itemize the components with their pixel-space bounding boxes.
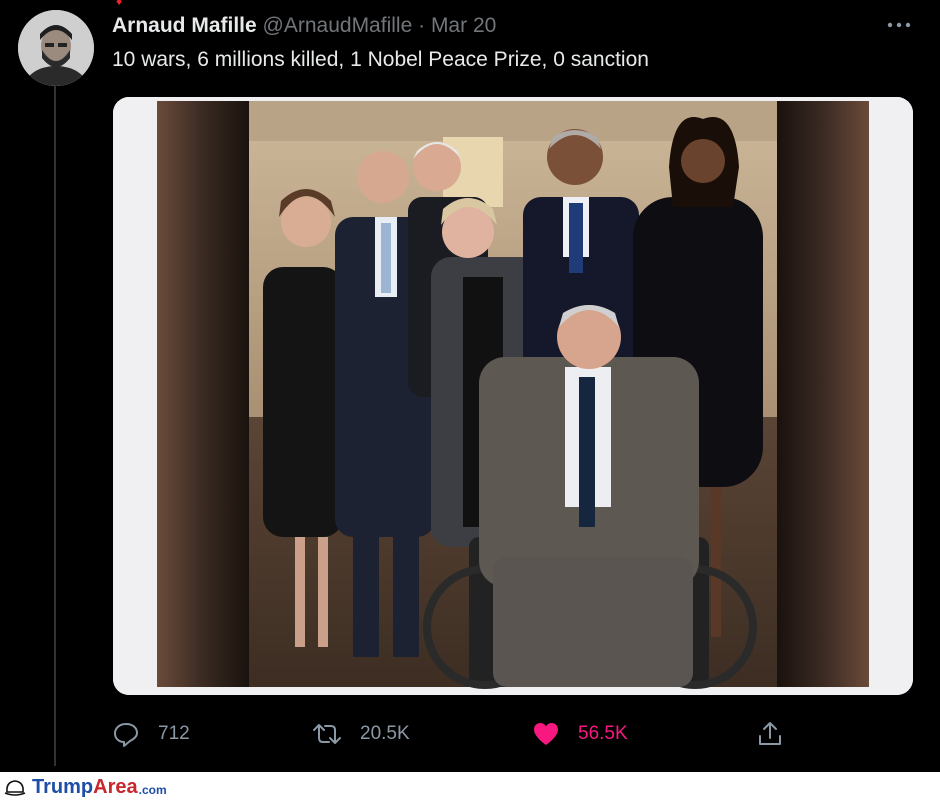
- like-count: 56.5K: [578, 723, 628, 744]
- author-name[interactable]: Arnaud Mafille: [112, 14, 257, 37]
- heart-icon: [534, 723, 558, 745]
- separator-dot: ·: [418, 14, 426, 37]
- watermark-brand-part2: Area: [93, 776, 138, 798]
- retweet-count: 20.5K: [360, 723, 410, 744]
- reply-count: 712: [158, 723, 190, 744]
- avatar[interactable]: [18, 10, 94, 86]
- like-button[interactable]: 56.5K: [532, 712, 628, 756]
- author-handle[interactable]: @ArnaudMafille: [263, 14, 413, 37]
- thread-line: [54, 86, 56, 766]
- watermark-logo: Trump Area .com: [4, 776, 167, 799]
- retweet-icon: [313, 724, 341, 744]
- previous-tweet-fragment: ♦: [58, 0, 138, 8]
- retweet-button[interactable]: 20.5K: [312, 712, 410, 756]
- reply-icon: [114, 723, 138, 747]
- watermark-bar: Trump Area .com: [0, 772, 940, 800]
- reply-button[interactable]: 712: [112, 712, 190, 756]
- tweet-actions: 712 20.5K 56.5K: [112, 712, 832, 756]
- watermark-brand-part1: Trump: [32, 776, 94, 798]
- more-icon[interactable]: [884, 10, 914, 40]
- share-button[interactable]: [756, 712, 802, 756]
- tweet-date[interactable]: Mar 20: [431, 14, 496, 37]
- hat-icon: [4, 779, 26, 796]
- tweet-text: 10 wars, 6 millions killed, 1 Nobel Peac…: [112, 48, 649, 71]
- share-icon: [759, 722, 781, 745]
- tweet-photo[interactable]: [113, 97, 913, 695]
- tweet-header: Arnaud Mafille @ArnaudMafille · Mar 20: [112, 14, 496, 38]
- watermark-suffix: .com: [138, 782, 167, 797]
- like-fragment-icon: ♦: [116, 0, 123, 8]
